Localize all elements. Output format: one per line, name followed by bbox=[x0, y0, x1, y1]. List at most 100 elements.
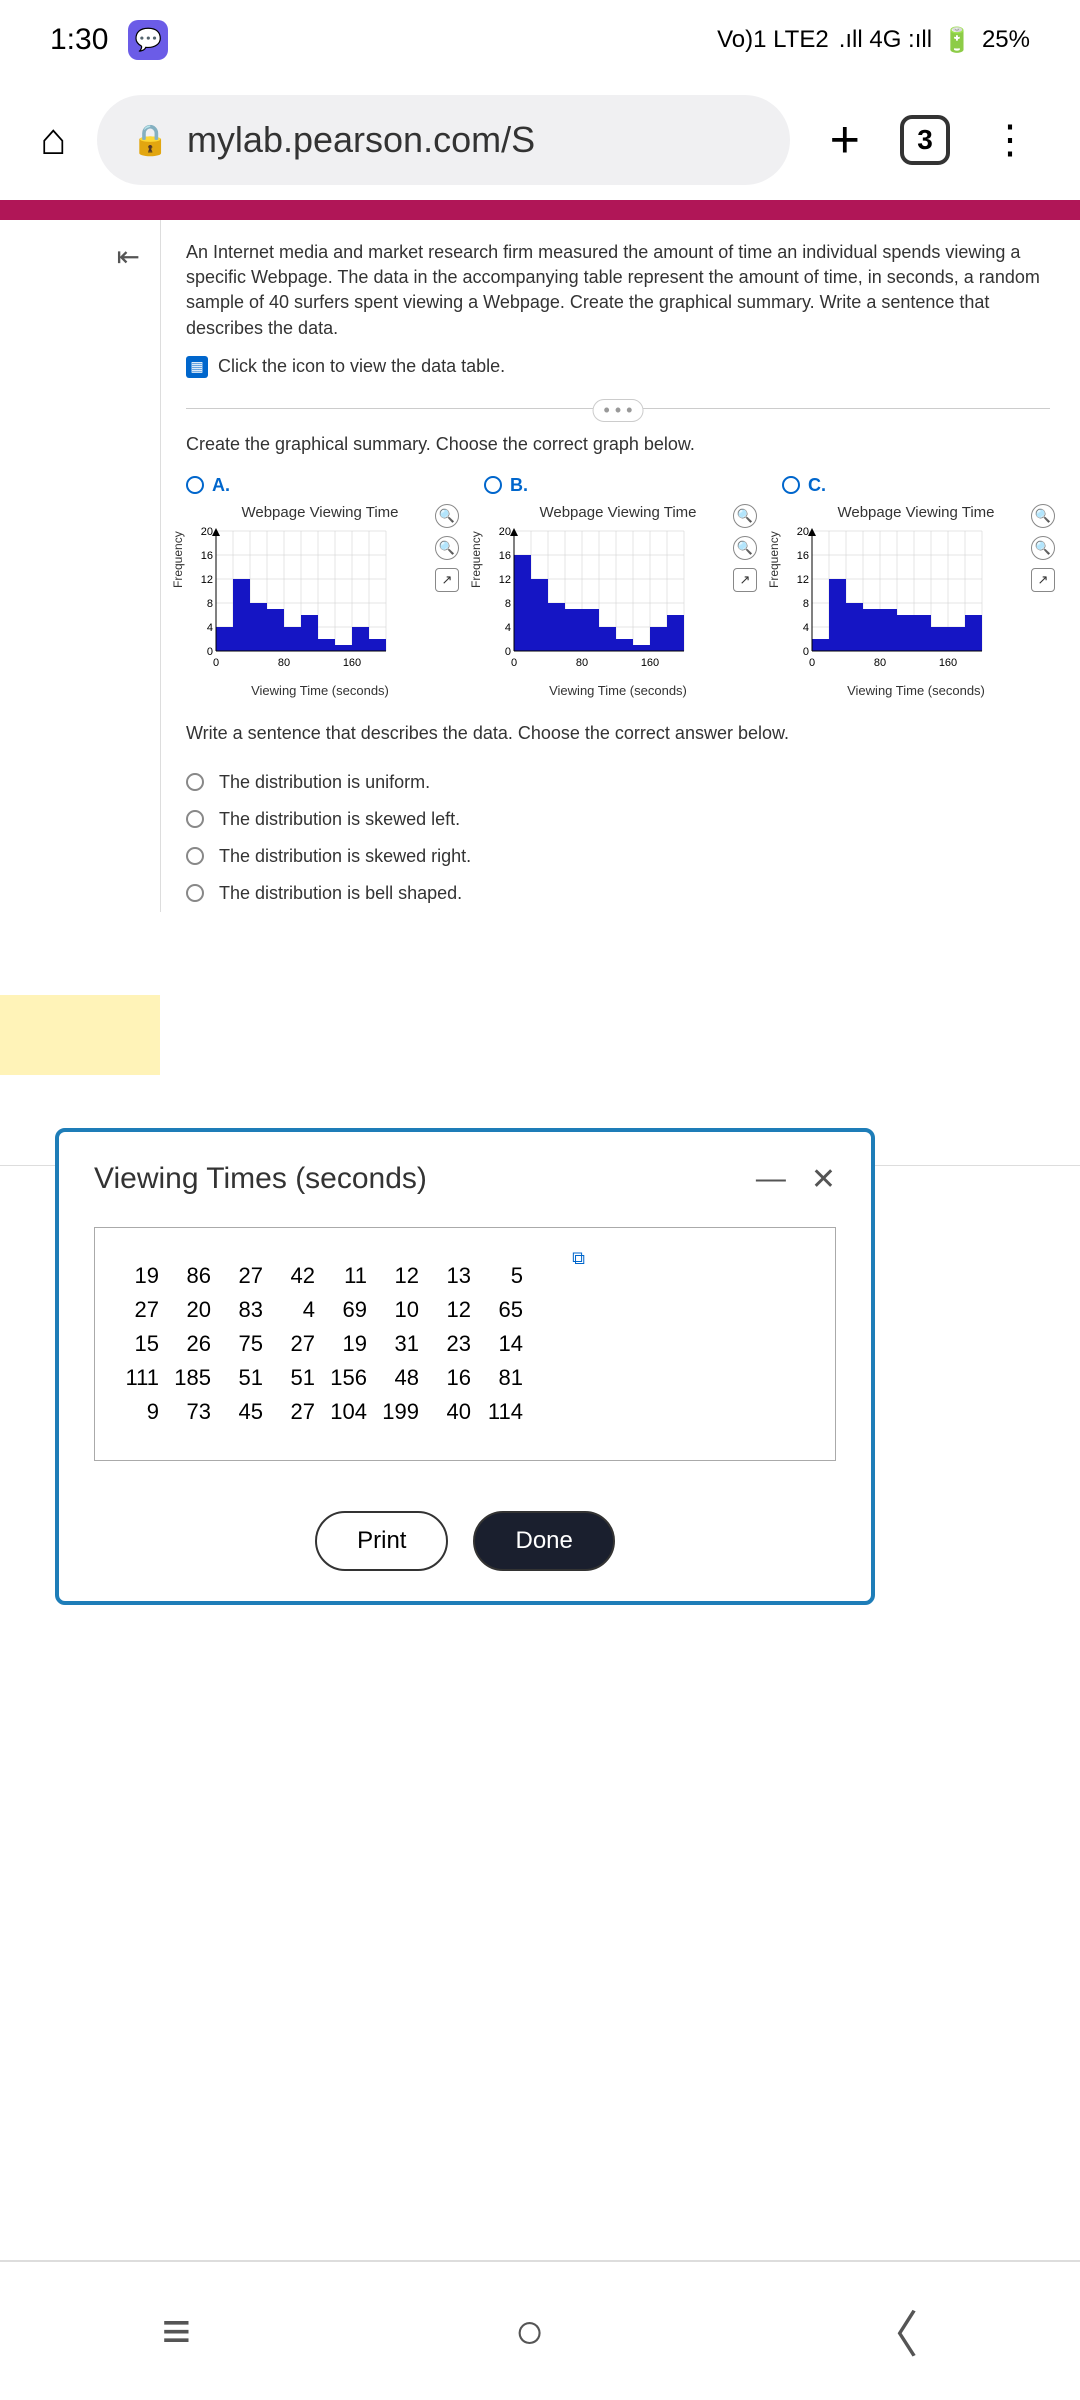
svg-text:12: 12 bbox=[797, 574, 809, 586]
url-bar[interactable]: 🔒 mylab.pearson.com/S bbox=[97, 95, 790, 185]
data-cell: 9 bbox=[112, 1396, 162, 1428]
data-table: 1986274211121352720834691012651526752719… bbox=[110, 1258, 528, 1430]
svg-text:16: 16 bbox=[201, 550, 213, 562]
data-cell: 45 bbox=[216, 1396, 266, 1428]
chart-c: 048121620080160 bbox=[782, 526, 1012, 676]
data-cell: 40 bbox=[424, 1396, 474, 1428]
chart-a: 048121620080160 bbox=[186, 526, 416, 676]
minimize-icon[interactable]: — bbox=[756, 1162, 786, 1197]
tab-switcher[interactable]: 3 bbox=[900, 115, 950, 165]
answer-skewed-left[interactable]: The distribution is skewed left. bbox=[186, 801, 1050, 838]
chart-b-title: Webpage Viewing Time bbox=[484, 504, 752, 521]
data-cell: 81 bbox=[476, 1362, 526, 1394]
zoom-out-icon[interactable]: 🔍 bbox=[435, 536, 459, 560]
popout-icon[interactable]: ↗ bbox=[435, 568, 459, 592]
modal-title: Viewing Times (seconds) bbox=[94, 1162, 427, 1196]
svg-text:160: 160 bbox=[641, 657, 659, 669]
table-icon: ▦ bbox=[186, 356, 208, 378]
data-cell: 48 bbox=[372, 1362, 422, 1394]
svg-text:20: 20 bbox=[797, 526, 809, 538]
zoom-in-icon[interactable]: 🔍 bbox=[435, 504, 459, 528]
data-cell: 14 bbox=[476, 1328, 526, 1360]
svg-text:4: 4 bbox=[207, 622, 213, 634]
popout-icon[interactable]: ↗ bbox=[1031, 568, 1055, 592]
answer-list: The distribution is uniform. The distrib… bbox=[186, 764, 1050, 912]
chart-option-b[interactable]: B. Webpage Viewing Time 🔍 🔍 ↗ Frequency … bbox=[484, 475, 752, 698]
data-cell: 65 bbox=[476, 1294, 526, 1326]
svg-text:0: 0 bbox=[809, 657, 815, 669]
battery-percent: 25% bbox=[982, 26, 1030, 54]
svg-text:80: 80 bbox=[278, 657, 290, 669]
view-data-link[interactable]: ▦ Click the icon to view the data table. bbox=[186, 356, 1050, 378]
data-cell: 4 bbox=[268, 1294, 318, 1326]
data-cell: 51 bbox=[216, 1362, 266, 1394]
back-nav-icon[interactable]: 〈 bbox=[868, 2295, 918, 2367]
svg-text:80: 80 bbox=[576, 657, 588, 669]
radio-b[interactable] bbox=[484, 476, 502, 494]
collapse-panel-icon[interactable]: ⇤ bbox=[117, 240, 140, 912]
clock: 1:30 bbox=[50, 23, 108, 57]
close-icon[interactable]: ✕ bbox=[811, 1162, 836, 1197]
done-button[interactable]: Done bbox=[473, 1511, 614, 1571]
data-cell: 73 bbox=[164, 1396, 214, 1428]
svg-text:8: 8 bbox=[207, 598, 213, 610]
data-cell: 42 bbox=[268, 1260, 318, 1292]
radio-c[interactable] bbox=[782, 476, 800, 494]
data-cell: 16 bbox=[424, 1362, 474, 1394]
data-cell: 27 bbox=[112, 1294, 162, 1326]
chart-b: 048121620080160 bbox=[484, 526, 714, 676]
svg-text:12: 12 bbox=[201, 574, 213, 586]
status-bar: 1:30 💬 Vo)1 LTE2 .ıll 4G :ıll 🔋 25% bbox=[0, 0, 1080, 80]
chart-option-a[interactable]: A. Webpage Viewing Time 🔍 🔍 ↗ Frequency … bbox=[186, 475, 454, 698]
signal-label: .ıll 4G :ıll bbox=[839, 26, 932, 54]
radio-a[interactable] bbox=[186, 476, 204, 494]
data-cell: 20 bbox=[164, 1294, 214, 1326]
svg-text:0: 0 bbox=[511, 657, 517, 669]
answer-uniform[interactable]: The distribution is uniform. bbox=[186, 764, 1050, 801]
data-table-modal: Viewing Times (seconds) — ✕ ⧉ 1986274211… bbox=[55, 1128, 875, 1605]
data-cell: 19 bbox=[112, 1260, 162, 1292]
zoom-in-icon[interactable]: 🔍 bbox=[1031, 504, 1055, 528]
browser-toolbar: ⌂ 🔒 mylab.pearson.com/S + 3 ⋮ bbox=[0, 80, 1080, 200]
svg-text:20: 20 bbox=[499, 526, 511, 538]
popout-icon[interactable]: ↗ bbox=[733, 568, 757, 592]
sentence-prompt: Write a sentence that describes the data… bbox=[186, 723, 1050, 744]
copy-icon[interactable]: ⧉ bbox=[572, 1248, 585, 1269]
chart-option-c[interactable]: C. Webpage Viewing Time 🔍 🔍 ↗ Frequency … bbox=[782, 475, 1050, 698]
zoom-in-icon[interactable]: 🔍 bbox=[733, 504, 757, 528]
chart-a-title: Webpage Viewing Time bbox=[186, 504, 454, 521]
home-nav-icon[interactable]: ○ bbox=[514, 2302, 544, 2360]
data-cell: 11 bbox=[320, 1260, 370, 1292]
zoom-out-icon[interactable]: 🔍 bbox=[1031, 536, 1055, 560]
recent-apps-icon[interactable]: ≡ bbox=[162, 2302, 191, 2360]
svg-text:160: 160 bbox=[343, 657, 361, 669]
data-cell: 156 bbox=[320, 1362, 370, 1394]
battery-icon: 🔋 bbox=[942, 26, 972, 55]
data-cell: 13 bbox=[424, 1260, 474, 1292]
data-cell: 26 bbox=[164, 1328, 214, 1360]
data-cell: 199 bbox=[372, 1396, 422, 1428]
home-icon[interactable]: ⌂ bbox=[40, 115, 67, 165]
svg-text:8: 8 bbox=[803, 598, 809, 610]
new-tab-icon[interactable]: + bbox=[820, 110, 870, 170]
data-cell: 27 bbox=[216, 1260, 266, 1292]
svg-text:4: 4 bbox=[505, 622, 511, 634]
data-cell: 27 bbox=[268, 1328, 318, 1360]
data-cell: 114 bbox=[476, 1396, 526, 1428]
expand-dots-icon[interactable]: • • • bbox=[593, 399, 644, 422]
print-button[interactable]: Print bbox=[315, 1511, 448, 1571]
network-label: Vo)1 LTE2 bbox=[717, 26, 829, 54]
answer-bell-shaped[interactable]: The distribution is bell shaped. bbox=[186, 875, 1050, 912]
data-cell: 69 bbox=[320, 1294, 370, 1326]
answer-skewed-right[interactable]: The distribution is skewed right. bbox=[186, 838, 1050, 875]
svg-text:12: 12 bbox=[499, 574, 511, 586]
system-nav-bar: ≡ ○ 〈 bbox=[0, 2260, 1080, 2400]
lock-icon: 🔒 bbox=[132, 123, 169, 158]
svg-text:80: 80 bbox=[874, 657, 886, 669]
data-cell: 15 bbox=[112, 1328, 162, 1360]
zoom-out-icon[interactable]: 🔍 bbox=[733, 536, 757, 560]
more-icon[interactable]: ⋮ bbox=[980, 117, 1040, 163]
data-cell: 185 bbox=[164, 1362, 214, 1394]
data-cell: 12 bbox=[424, 1294, 474, 1326]
svg-text:16: 16 bbox=[797, 550, 809, 562]
